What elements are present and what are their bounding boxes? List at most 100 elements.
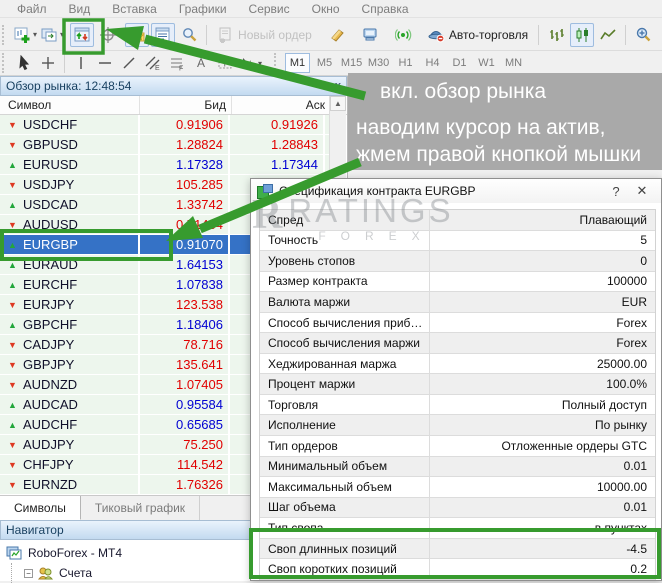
menu-item-1[interactable]: Вид	[58, 2, 102, 16]
terminal-button[interactable]	[359, 23, 383, 47]
menu-bar: Файл Вид Вставка Графики Сервис Окно Справка	[0, 0, 662, 18]
text-label-button[interactable]: T	[214, 53, 236, 73]
timeframe-w1[interactable]: W1	[474, 53, 499, 73]
timeframe-m5[interactable]: M5	[312, 53, 337, 73]
timeframe-mn[interactable]: MN	[501, 53, 526, 73]
cursor-icon	[16, 55, 33, 71]
new-order-button[interactable]: Новый ордер	[212, 23, 317, 47]
chart-candles-button[interactable]	[570, 22, 595, 47]
cursor-tool-button[interactable]	[13, 53, 35, 73]
spec-row-15[interactable]: Тип свопа в пунктах	[260, 518, 655, 539]
crosshair-tool-button[interactable]	[37, 53, 59, 73]
spec-row-5[interactable]: Способ вычисления приб… Forex	[260, 312, 655, 334]
scroll-up-icon[interactable]: ▲	[330, 96, 346, 111]
tree-indent	[11, 563, 22, 583]
specification-icon	[257, 184, 273, 199]
spec-row-2[interactable]: Уровень стопов 0	[260, 251, 655, 272]
close-button[interactable]: ✕	[629, 183, 655, 199]
svg-text:F: F	[179, 66, 183, 72]
timeframe-m1[interactable]: M1	[285, 53, 311, 73]
close-icon[interactable]: x	[335, 80, 341, 92]
menu-item-3[interactable]: Графики	[168, 2, 238, 16]
timeframe-h4[interactable]: H4	[420, 53, 445, 73]
spec-row-4[interactable]: Валюта маржи EUR	[260, 292, 655, 313]
collapse-icon[interactable]: −	[24, 568, 33, 578]
timeframe-d1[interactable]: D1	[447, 53, 472, 73]
spec-row-1[interactable]: Точность 5	[260, 230, 655, 252]
menu-item-6[interactable]: Справка	[351, 2, 420, 16]
menu-item-4[interactable]: Сервис	[238, 2, 301, 16]
spec-row-13[interactable]: Максимальный объем 10000.00	[260, 477, 655, 498]
spec-label: Минимальный объем	[260, 456, 430, 477]
vertical-line-button[interactable]	[70, 53, 92, 73]
spec-value: 0.01	[623, 459, 647, 474]
crosshair-button[interactable]	[96, 23, 120, 47]
spec-row-0[interactable]: Спред Плавающий	[260, 210, 655, 231]
column-header-bid[interactable]: Бид	[140, 96, 232, 114]
spec-row-8[interactable]: Процент маржи 100.0%	[260, 374, 655, 395]
symbol-cell: ▲ EURAUD	[0, 255, 140, 274]
fibonacci-button[interactable]: F	[166, 53, 188, 73]
trendline-button[interactable]	[118, 53, 140, 73]
bid-value: 1.18406	[140, 315, 230, 334]
toolbar-standard: ▾ ▾ Новый ордер Авто-торговля	[0, 19, 662, 51]
menu-item-5[interactable]: Окно	[301, 2, 351, 16]
history-center-button[interactable]	[326, 23, 350, 47]
text-tool-button[interactable]: A	[190, 53, 212, 73]
timeframes-bar: M1 M5 M15 M30 H1 H4 D1 W1 MN	[284, 53, 527, 73]
timeframe-m15[interactable]: M15	[339, 53, 364, 73]
market-watch-row-eurusd[interactable]: ▲ EURUSD 1.17328 1.17344	[0, 155, 331, 175]
spec-row-9[interactable]: Торговля Полный доступ	[260, 394, 655, 416]
toolbar-grip[interactable]	[2, 24, 9, 45]
dialog-titlebar[interactable]: Спецификация контракта EURGBP ? ✕	[251, 179, 661, 203]
help-button[interactable]: ?	[603, 184, 629, 199]
spec-row-10[interactable]: Исполнение По рынку	[260, 415, 655, 437]
autotrade-button[interactable]: Авто-торговля	[423, 23, 533, 47]
down-arrow-icon: ▼	[8, 119, 17, 130]
ask-value: 0.91926	[230, 115, 325, 134]
favorites-button[interactable]	[125, 22, 150, 47]
zoom-in-button[interactable]	[631, 23, 655, 47]
market-watch-toggle-button[interactable]	[70, 22, 95, 47]
chart-bars-button[interactable]	[544, 23, 568, 47]
column-header-ask[interactable]: Аск	[232, 96, 331, 114]
timeframe-h1[interactable]: H1	[393, 53, 418, 73]
spec-row-6[interactable]: Способ вычисления маржи Forex	[260, 333, 655, 354]
toolbar-grip[interactable]	[274, 53, 281, 73]
menu-item-2[interactable]: Вставка	[101, 2, 168, 16]
market-watch-icon	[74, 27, 91, 43]
data-window-button[interactable]	[151, 22, 176, 47]
timeframe-m30[interactable]: M30	[366, 53, 391, 73]
bid-value: 105.285	[140, 175, 230, 194]
market-watch-row-gbpusd[interactable]: ▼ GBPUSD 1.28824 1.28843	[0, 135, 331, 155]
spec-row-16[interactable]: Своп длинных позиций -4.5	[260, 538, 655, 560]
spec-row-14[interactable]: Шаг объема 0.01	[260, 497, 655, 519]
symbol-cell: ▼ GBPUSD	[0, 135, 140, 154]
up-arrow-icon: ▲	[8, 399, 17, 410]
svg-text:T: T	[222, 59, 228, 69]
tab-tick-chart[interactable]: Тиковый график	[81, 496, 201, 520]
spec-row-11[interactable]: Тип ордеров Отложенные ордеры GTC	[260, 436, 655, 457]
chart-line-button[interactable]	[596, 23, 620, 47]
search-button[interactable]	[177, 23, 201, 47]
new-chart-button[interactable]: ▾	[13, 23, 38, 47]
spec-row-7[interactable]: Хеджированная маржа 25000.00	[260, 353, 655, 375]
horizontal-line-button[interactable]	[94, 53, 116, 73]
signals-button[interactable]	[392, 23, 416, 47]
signals-icon	[395, 27, 412, 43]
spec-row-17[interactable]: Своп коротких позиций 0.2	[260, 559, 655, 580]
menu-item-0[interactable]: Файл	[6, 2, 58, 16]
arrows-tool-button[interactable]: ▾	[238, 53, 263, 73]
annotation-line-1: вкл. обзор рынка	[380, 80, 547, 103]
spec-row-12[interactable]: Минимальный объем 0.01	[260, 456, 655, 478]
column-header-symbol[interactable]: Символ	[0, 96, 140, 114]
market-watch-row-usdchf[interactable]: ▼ USDCHF 0.91906 0.91926	[0, 115, 331, 135]
spec-label: Процент маржи	[260, 374, 430, 394]
toolbar-grip[interactable]	[2, 53, 9, 73]
tab-symbols[interactable]: Символы	[0, 496, 81, 520]
equidistant-channel-button[interactable]: E	[142, 53, 164, 73]
profiles-button[interactable]: ▾	[40, 23, 65, 47]
up-arrow-icon: ▲	[8, 279, 17, 290]
spec-row-3[interactable]: Размер контракта 100000	[260, 271, 655, 293]
spec-label: Точность	[260, 230, 430, 251]
